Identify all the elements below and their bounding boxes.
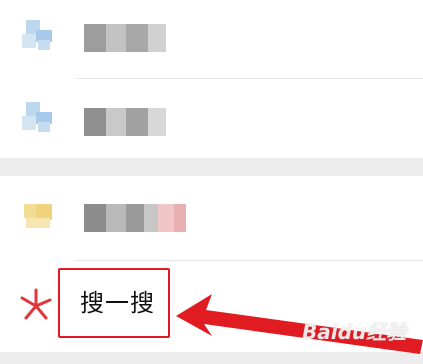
pixelated-yellow-icon	[18, 196, 60, 238]
divider	[76, 260, 423, 261]
menu-item-label-blurred	[84, 108, 194, 136]
menu-item-3[interactable]	[0, 176, 423, 258]
search-label: 搜一搜	[80, 289, 155, 317]
search-spark-icon	[20, 288, 52, 320]
menu-item-label-blurred	[84, 24, 194, 52]
pixelated-blue-icon	[18, 98, 60, 140]
menu-group-top	[0, 0, 423, 158]
menu-item-label-blurred	[84, 204, 194, 232]
menu-item-2[interactable]	[0, 80, 423, 158]
divider	[76, 78, 423, 79]
pixelated-blue-icon	[18, 16, 60, 58]
menu-item-1[interactable]	[0, 0, 423, 76]
watermark: Baidu经验	[302, 320, 407, 344]
